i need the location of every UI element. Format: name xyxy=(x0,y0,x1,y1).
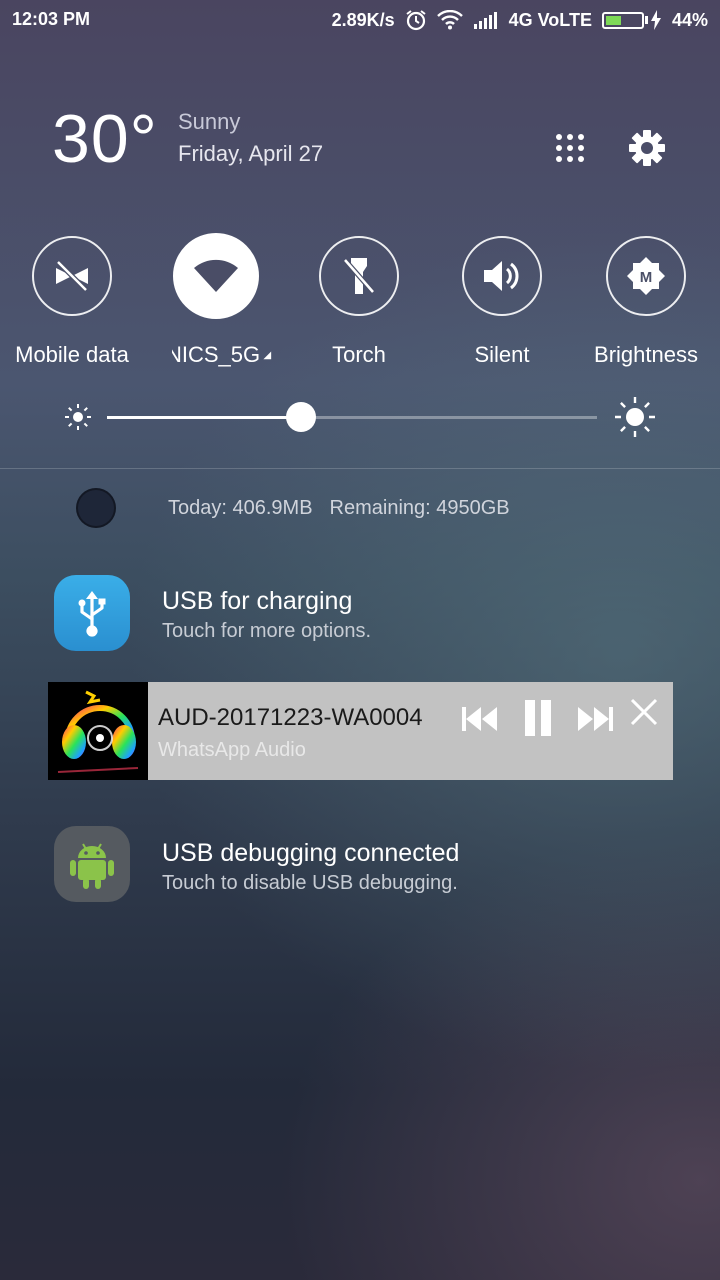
wifi-icon xyxy=(194,259,238,292)
gear-icon xyxy=(629,130,665,166)
mobile-data-off-icon xyxy=(56,260,88,292)
brightness-slider-fill xyxy=(107,416,301,419)
silent-toggle-button[interactable] xyxy=(462,236,542,316)
charging-bolt-icon xyxy=(650,10,661,30)
brightness-slider[interactable] xyxy=(107,402,597,432)
dropdown-triangle-icon xyxy=(263,351,272,360)
previous-button[interactable] xyxy=(460,701,500,737)
settings-button[interactable] xyxy=(626,127,668,169)
torch-off-icon xyxy=(343,258,375,294)
status-time: 12:03 PM xyxy=(12,9,91,29)
data-usage-text[interactable]: Today: 406.9MB Remaining: 4950GB xyxy=(168,497,510,520)
brightness-high-icon xyxy=(614,396,656,438)
next-icon xyxy=(578,707,613,731)
toggle-brightness[interactable]: M Brightness xyxy=(574,236,718,368)
data-usage-ring-icon xyxy=(76,488,116,528)
toggle-label: NICS_5G xyxy=(172,342,272,368)
grid-button[interactable] xyxy=(550,128,590,168)
pause-icon xyxy=(525,700,551,736)
date: Friday, April 27 xyxy=(178,141,324,166)
net-speed: 2.89K/s xyxy=(331,9,395,30)
signal-icon xyxy=(473,11,499,29)
brightness-slider-thumb[interactable] xyxy=(286,402,316,432)
torch-toggle-button[interactable] xyxy=(319,236,399,316)
battery-icon xyxy=(601,10,662,30)
status-indicators: 2.89K/s 4G VoLTE 44% xyxy=(332,9,708,31)
previous-icon xyxy=(462,707,497,731)
usb-icon xyxy=(54,575,130,651)
network-type: 4G VoLTE xyxy=(508,9,592,30)
wifi-toggle-button[interactable] xyxy=(173,233,259,319)
notification-subtitle: Touch for more options. xyxy=(162,620,371,642)
wifi-icon xyxy=(436,10,463,30)
next-button[interactable] xyxy=(575,701,615,737)
temperature: 30° xyxy=(52,101,158,177)
brightness-auto-icon: M xyxy=(627,257,665,295)
data-today: Today: 406.9MB xyxy=(168,497,313,519)
grid-icon xyxy=(556,134,584,162)
toggle-torch[interactable]: Torch xyxy=(287,236,431,368)
toggle-label: Silent xyxy=(474,342,530,367)
close-button[interactable] xyxy=(627,695,661,729)
media-app: WhatsApp Audio xyxy=(158,739,306,761)
notification-usb-debugging[interactable]: USB debugging connected Touch to disable… xyxy=(162,839,459,895)
notification-title: USB debugging connected xyxy=(162,839,460,867)
toggle-label: Torch xyxy=(332,342,386,367)
toggle-wifi[interactable]: NICS_5G xyxy=(144,233,288,368)
pause-button[interactable] xyxy=(520,698,556,738)
notification-title: USB for charging xyxy=(162,587,353,615)
battery-level xyxy=(605,15,621,25)
toggle-mobile-data[interactable]: Mobile data xyxy=(0,236,144,368)
album-art-image xyxy=(48,682,148,780)
alarm-icon xyxy=(405,9,427,31)
svg-text:M: M xyxy=(640,269,653,286)
toggle-silent[interactable]: Silent xyxy=(430,236,574,368)
notification-subtitle: Touch to disable USB debugging. xyxy=(162,872,458,894)
divider xyxy=(0,468,720,469)
close-icon xyxy=(630,698,658,726)
wifi-ssid: NICS_5G xyxy=(172,342,261,367)
media-player-notification[interactable]: AUD-20171223-WA0004 WhatsApp Audio xyxy=(48,682,673,780)
battery-percent: 44% xyxy=(671,9,708,30)
toggle-label: Brightness xyxy=(594,342,698,367)
volume-icon xyxy=(484,261,519,291)
toggle-label: Mobile data xyxy=(15,342,129,367)
data-remaining: Remaining: 4950GB xyxy=(329,497,510,519)
notification-usb-charging[interactable]: USB for charging Touch for more options. xyxy=(162,587,371,643)
android-icon xyxy=(54,826,130,902)
weather-condition: Sunny xyxy=(178,109,241,134)
brightness-low-icon xyxy=(64,403,92,431)
brightness-toggle-button[interactable]: M xyxy=(606,236,686,316)
mobile-data-toggle-button[interactable] xyxy=(32,236,112,316)
media-title: AUD-20171223-WA0004 xyxy=(158,704,423,731)
status-bar: 12:03 PM 2.89K/s 4G VoLTE 44% xyxy=(0,0,720,40)
